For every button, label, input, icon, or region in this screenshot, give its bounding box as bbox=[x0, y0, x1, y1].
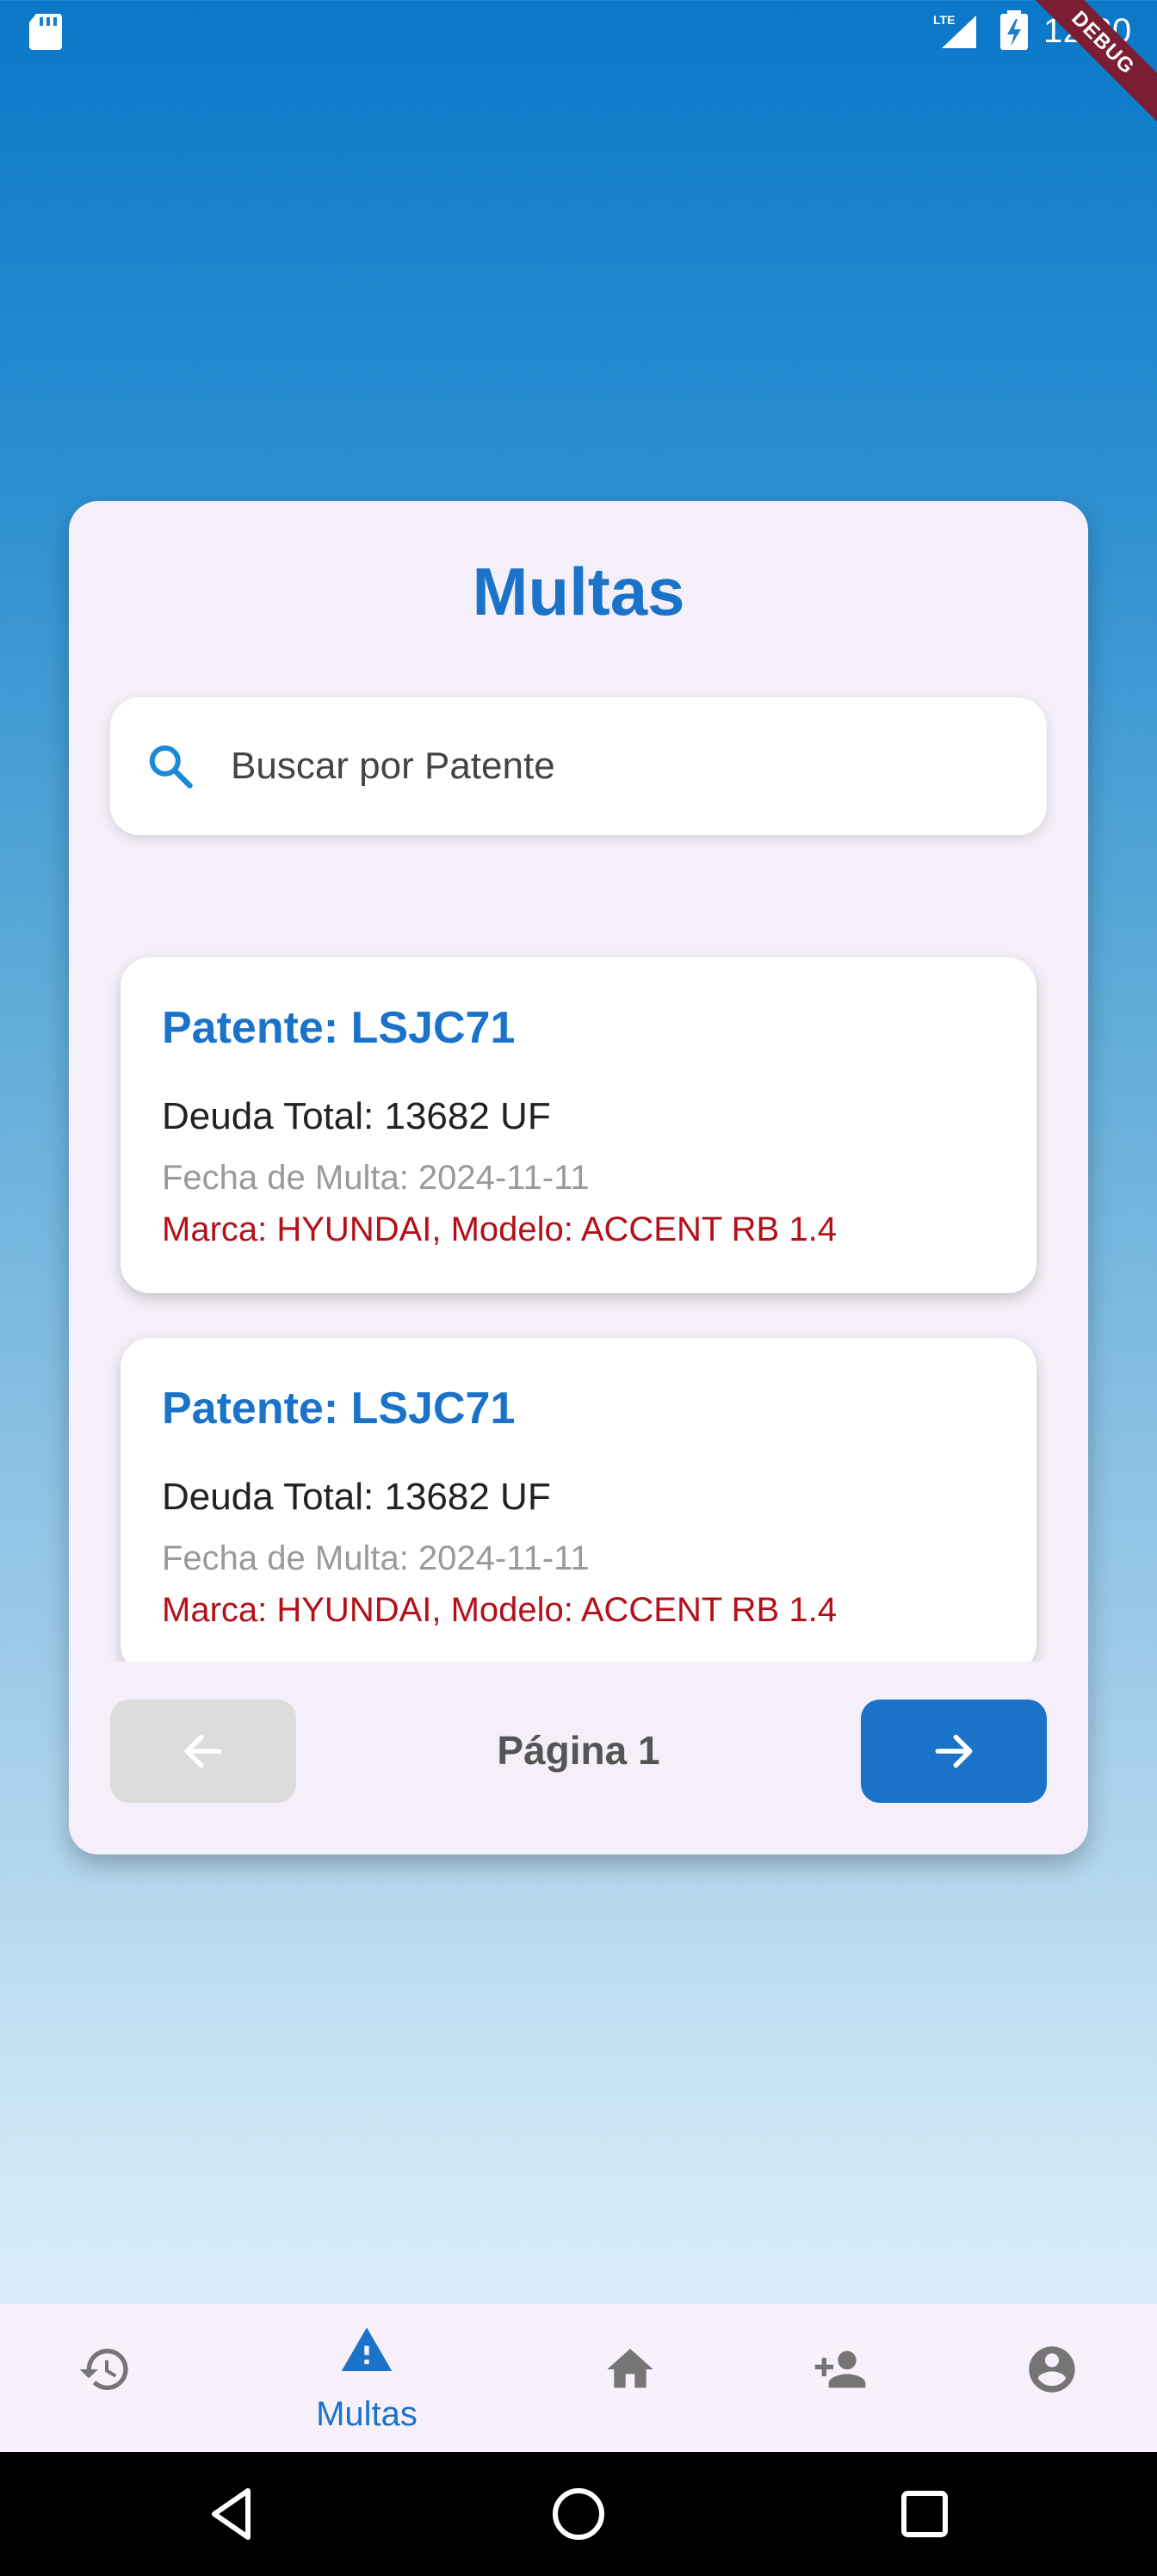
nav-item-profile[interactable] bbox=[966, 2304, 1138, 2452]
home-icon bbox=[607, 2349, 653, 2388]
fine-vehicle: Marca: HYUNDAI, Modelo: ACCENT RB 1.4 bbox=[162, 1591, 837, 1629]
fine-card[interactable]: Patente: LSJC71 Deuda Total: 13682 UF Fe… bbox=[121, 957, 1036, 1293]
nav-item-add-person[interactable] bbox=[754, 2304, 926, 2452]
history-icon bbox=[79, 2349, 128, 2390]
bottom-navigation: Multas bbox=[0, 2304, 1157, 2452]
system-navigation-bar bbox=[0, 2452, 1157, 2576]
nav-item-home[interactable] bbox=[544, 2304, 716, 2452]
recents-square-icon[interactable] bbox=[894, 2483, 956, 2545]
page-title: Multas bbox=[472, 554, 685, 629]
fine-vehicle: Marca: HYUNDAI, Modelo: ACCENT RB 1.4 bbox=[162, 1211, 837, 1248]
search-bar[interactable] bbox=[110, 697, 1047, 835]
nav-label-multas: Multas bbox=[316, 2395, 418, 2433]
add-person-icon bbox=[814, 2350, 866, 2388]
back-icon[interactable] bbox=[201, 2483, 263, 2545]
page-indicator: Página 1 bbox=[497, 1728, 660, 1773]
fines-list[interactable]: Patente: LSJC71 Deuda Total: 13682 UF Fe… bbox=[103, 945, 1054, 1662]
search-icon bbox=[149, 745, 193, 789]
sd-card-icon bbox=[29, 14, 62, 50]
nav-item-history[interactable] bbox=[19, 2304, 191, 2452]
nav-item-multas[interactable]: Multas bbox=[281, 2304, 453, 2452]
fine-card[interactable]: Patente: LSJC71 Deuda Total: 13682 UF Fe… bbox=[121, 1338, 1036, 1662]
home-circle-icon[interactable] bbox=[548, 2483, 609, 2545]
arrow-left-icon bbox=[184, 1734, 222, 1768]
fine-date: Fecha de Multa: 2024-11-11 bbox=[162, 1539, 590, 1577]
svg-text:LTE: LTE bbox=[933, 13, 955, 27]
search-input[interactable] bbox=[231, 735, 1005, 797]
fine-total-debt: Deuda Total: 13682 UF bbox=[162, 1095, 551, 1137]
debug-banner: DEBUG bbox=[1014, 0, 1157, 132]
fines-panel: Multas Patente: LSJC71 Deuda Total: 1368… bbox=[69, 501, 1088, 1855]
previous-page-button[interactable] bbox=[110, 1700, 296, 1803]
status-bar: LTE 12:30 DEBUG bbox=[0, 0, 1157, 132]
fine-plate: Patente: LSJC71 bbox=[162, 1384, 516, 1434]
warning-icon bbox=[341, 2327, 393, 2371]
lte-signal-icon: LTE bbox=[933, 13, 976, 48]
fine-date: Fecha de Multa: 2024-11-11 bbox=[162, 1159, 590, 1197]
arrow-right-icon bbox=[935, 1734, 973, 1768]
fine-total-debt: Deuda Total: 13682 UF bbox=[162, 1476, 551, 1518]
battery-charging-icon bbox=[1000, 10, 1028, 50]
account-circle-icon bbox=[1029, 2346, 1075, 2393]
next-page-button[interactable] bbox=[861, 1700, 1047, 1803]
fine-plate: Patente: LSJC71 bbox=[162, 1003, 516, 1053]
